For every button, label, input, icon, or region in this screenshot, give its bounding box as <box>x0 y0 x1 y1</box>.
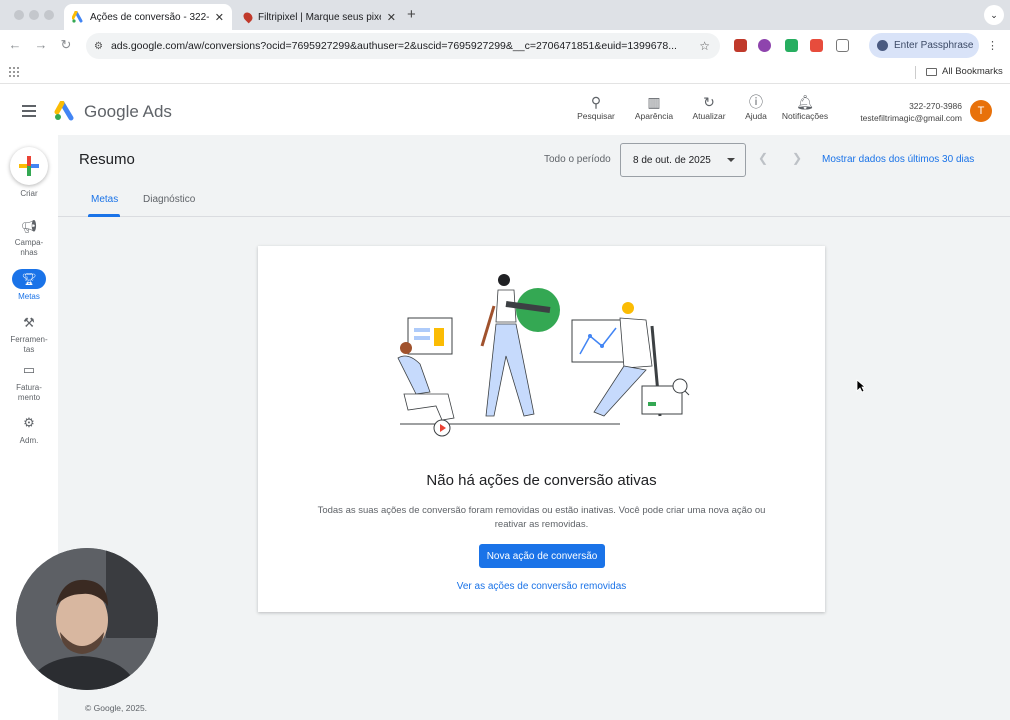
close-tab-icon[interactable]: ✕ <box>215 11 224 24</box>
date-range-select[interactable]: 8 de out. de 2025 <box>620 143 746 177</box>
credit-card-icon[interactable]: ▭ <box>0 362 58 378</box>
browser-toolbar: ← → ↻ ⚙ ads.google.com/aw/conversions?oc… <box>0 30 1010 62</box>
all-bookmarks-label: All Bookmarks <box>942 66 1003 77</box>
create-label: Criar <box>20 189 38 198</box>
campaigns-nav-item[interactable]: Campa- nhas <box>0 238 58 258</box>
browser-tabstrip: Ações de conversão - 322-2 ✕ Filtripixel… <box>0 0 1010 30</box>
folder-icon <box>926 67 937 76</box>
bookmarks-divider <box>915 66 916 79</box>
main-content: Resumo Todo o período 8 de out. de 2025 … <box>58 135 1010 720</box>
mouse-pointer-icon <box>856 379 866 393</box>
webcam-person-image <box>16 548 158 690</box>
google-ads-favicon-icon <box>72 11 83 23</box>
help-icon: ⓘ <box>749 94 763 110</box>
empty-state-description: Todas as suas ações de conversão foram r… <box>317 505 766 530</box>
extension-icon[interactable] <box>758 39 771 52</box>
browser-tab-filtripixel[interactable]: Filtripixel | Marque seus pixel ✕ <box>236 4 404 30</box>
empty-state-title: Não há ações de conversão ativas <box>426 472 657 489</box>
period-label: Todo o período <box>544 154 611 165</box>
active-tab-indicator <box>88 214 120 217</box>
date-range-value: 8 de out. de 2025 <box>633 154 711 166</box>
extension-icon[interactable] <box>734 39 747 52</box>
billing-nav-item[interactable]: Fatura- mento <box>0 383 58 403</box>
trophy-icon[interactable]: 🏆︎ <box>12 269 46 289</box>
refresh-label: Atualizar <box>692 111 726 121</box>
empty-state-card: Não há ações de conversão ativas Todas a… <box>258 246 825 612</box>
plus-icon-vertical <box>27 156 31 176</box>
back-arrow-icon[interactable]: ← <box>6 37 24 52</box>
gear-icon[interactable]: ⚙ <box>0 415 58 431</box>
passphrase-label: Enter Passphrase <box>894 40 974 51</box>
notifications-button[interactable]: 🔔︎ Notificações <box>778 93 832 121</box>
appearance-label: Aparência <box>634 111 674 121</box>
view-removed-conversions-link[interactable]: Ver as ações de conversão removidas <box>258 581 825 592</box>
tab-goals[interactable]: Metas <box>91 194 118 205</box>
apps-grid-icon[interactable] <box>9 67 19 77</box>
last-30-days-link[interactable]: Mostrar dados dos últimos 30 dias <box>822 154 974 165</box>
tools-nav-item[interactable]: Ferramen- tas <box>0 335 58 355</box>
help-label: Ajuda <box>745 111 767 121</box>
search-icon: ⚲ <box>590 94 602 110</box>
reload-icon[interactable]: ↻ <box>57 37 75 53</box>
account-info[interactable]: 322-270-3986 testefiltrimagic@gmail.com <box>860 100 962 124</box>
new-conversion-action-button[interactable]: Nova ação de conversão <box>479 544 605 568</box>
menu-hamburger-icon[interactable] <box>22 105 36 120</box>
close-tab-icon[interactable]: ✕ <box>387 11 396 24</box>
enter-passphrase-button[interactable]: Enter Passphrase <box>869 33 979 58</box>
browser-menu-icon[interactable]: ⋮ <box>987 39 998 52</box>
empty-state-illustration <box>397 274 690 437</box>
url-text: ads.google.com/aw/conversions?ocid=76959… <box>110 40 677 52</box>
extension-icon[interactable] <box>785 39 798 52</box>
previous-period-chevron-icon[interactable]: ❮ <box>758 151 768 165</box>
notifications-label: Notificações <box>781 111 829 121</box>
appearance-icon: ▥ <box>647 94 661 110</box>
tab-search-chevron-icon[interactable]: ⌄ <box>984 5 1004 25</box>
forward-arrow-icon[interactable]: → <box>32 37 50 52</box>
appearance-button[interactable]: ▥ Aparência <box>627 93 681 121</box>
tab-diagnostics[interactable]: Diagnóstico <box>143 194 195 205</box>
window-close-button[interactable] <box>14 10 24 20</box>
pin-favicon-icon <box>241 10 255 24</box>
avatar[interactable]: T <box>970 100 992 122</box>
page-title: Resumo <box>79 151 135 168</box>
browser-tab-conversions[interactable]: Ações de conversão - 322-2 ✕ <box>64 4 232 30</box>
bookmark-star-icon[interactable]: ☆ <box>699 39 710 53</box>
megaphone-icon[interactable]: 📢︎ <box>0 219 58 235</box>
refresh-icon: ↻ <box>703 94 715 110</box>
bookmarks-bar: All Bookmarks <box>0 62 1010 84</box>
account-email: testefiltrimagic@gmail.com <box>860 113 962 123</box>
bell-icon: 🔔︎ <box>796 94 814 110</box>
profile-icon <box>877 40 888 51</box>
all-bookmarks-button[interactable]: All Bookmarks <box>926 66 1003 77</box>
new-tab-button[interactable]: + <box>407 6 416 23</box>
account-id: 322-270-3986 <box>909 101 962 111</box>
dropdown-caret-icon <box>727 158 735 162</box>
extensions-puzzle-icon[interactable] <box>836 39 849 52</box>
tools-icon[interactable]: ⚒ <box>0 315 58 331</box>
content-tabs: Metas Diagnóstico <box>58 185 1010 217</box>
create-button[interactable] <box>10 147 48 185</box>
admin-nav-item[interactable]: Adm. <box>0 436 58 446</box>
google-ads-logo-icon <box>54 101 74 121</box>
refresh-button[interactable]: ↻ Atualizar <box>682 93 736 121</box>
summary-bar: Resumo Todo o período 8 de out. de 2025 … <box>58 135 1010 185</box>
product-name: Google Ads <box>84 102 172 121</box>
footer-copyright: © Google, 2025. <box>85 703 148 713</box>
webcam-overlay <box>16 548 158 690</box>
tab-title: Filtripixel | Marque seus pixel <box>258 11 381 23</box>
window-zoom-button[interactable] <box>44 10 54 20</box>
search-button[interactable]: ⚲ Pesquisar <box>569 93 623 121</box>
extension-icon[interactable] <box>810 39 823 52</box>
window-minimize-button[interactable] <box>29 10 39 20</box>
address-bar[interactable]: ⚙ ads.google.com/aw/conversions?ocid=769… <box>86 33 720 59</box>
search-label: Pesquisar <box>577 111 615 121</box>
tab-title: Ações de conversão - 322-2 <box>90 11 209 23</box>
goals-nav-item[interactable]: Metas <box>0 292 58 302</box>
next-period-chevron-icon[interactable]: ❯ <box>792 151 802 165</box>
ads-header: Google Ads ⚲ Pesquisar ▥ Aparência ↻ Atu… <box>0 85 1010 135</box>
help-button[interactable]: ⓘ Ajuda <box>729 93 783 121</box>
site-settings-icon[interactable]: ⚙ <box>94 41 103 52</box>
